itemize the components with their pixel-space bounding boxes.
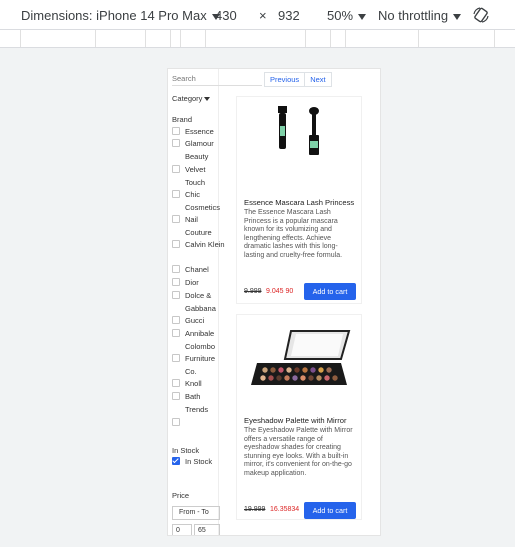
checkbox[interactable]: [172, 392, 180, 400]
device-dimensions-select[interactable]: Dimensions: iPhone 14 Pro Max: [21, 8, 220, 23]
device-toolbar: Dimensions: iPhone 14 Pro Max 430 × 932 …: [0, 0, 515, 30]
price-heading: Price: [172, 491, 190, 500]
original-price: 19.999: [244, 506, 266, 513]
brand-label: Dolce & Gabbana: [185, 291, 216, 313]
add-to-cart-button[interactable]: Add to cart: [304, 283, 356, 300]
price-min-input[interactable]: 0: [172, 524, 192, 535]
brand-label: Gucci: [185, 316, 205, 325]
pagination: Previous Next: [264, 72, 332, 87]
brand-label: Annibale Colombo: [185, 329, 216, 351]
product-card: Eyeshadow Palette with Mirror The Eyesha…: [236, 314, 362, 520]
in-stock-heading: In Stock: [172, 446, 200, 455]
throttling-label: No throttling: [378, 8, 449, 23]
category-dropdown[interactable]: Category: [172, 94, 211, 103]
in-stock-checkbox[interactable]: [172, 457, 180, 465]
checkbox[interactable]: [172, 379, 180, 387]
product-title: Essence Mascara Lash Princess: [244, 198, 355, 207]
zoom-select[interactable]: 50%: [327, 8, 367, 23]
checkbox[interactable]: [172, 329, 180, 337]
price-range-select[interactable]: From - To: [172, 506, 220, 520]
media-query-ruler: [0, 30, 515, 48]
brand-label: Knoll: [185, 379, 202, 388]
zoom-label: 50%: [327, 8, 354, 23]
product-title: Eyeshadow Palette with Mirror: [244, 416, 347, 425]
search-input[interactable]: [172, 72, 262, 86]
brand-label: Velvet Touch: [185, 165, 206, 187]
device-viewport: Category Brand Essence Glamour Beauty Ve…: [167, 68, 381, 536]
device-dimensions-label: Dimensions: iPhone 14 Pro Max: [21, 8, 207, 23]
chevron-down-icon: [204, 97, 211, 102]
width-input[interactable]: 430: [215, 8, 237, 23]
brand-label: Calvin Klein: [185, 240, 225, 249]
brand-label: Essence: [185, 127, 214, 136]
checkbox[interactable]: [172, 265, 180, 273]
product-card: Essence Mascara Lash Princess The Essenc…: [236, 96, 362, 304]
brand-label: Bath Trends: [185, 392, 209, 414]
checkbox[interactable]: [172, 316, 180, 324]
checkbox[interactable]: [172, 190, 180, 198]
original-price: 9.999: [244, 288, 262, 295]
product-description: The Eyeshadow Palette with Mirror offers…: [244, 427, 353, 477]
filter-sidebar: Category Brand Essence Glamour Beauty Ve…: [168, 69, 262, 535]
in-stock-label: In Stock: [185, 457, 213, 466]
category-label: Category: [172, 94, 203, 103]
brand-heading: Brand: [172, 115, 193, 124]
brand-label: Chanel: [185, 265, 209, 274]
eyeshadow-palette-image: [251, 330, 351, 385]
mascara-product-image: [278, 106, 319, 155]
price-max-input[interactable]: 65: [194, 524, 220, 535]
dimension-separator: ×: [259, 8, 267, 23]
checkbox[interactable]: [172, 354, 180, 362]
checkbox[interactable]: [172, 278, 180, 286]
chevron-down-icon: [453, 13, 462, 20]
sale-price: 16.35834: [270, 506, 300, 513]
chevron-down-icon: [358, 13, 367, 20]
checkbox[interactable]: [172, 165, 180, 173]
height-input[interactable]: 932: [278, 8, 300, 23]
next-page-button[interactable]: Next: [304, 72, 332, 87]
checkbox[interactable]: [172, 291, 180, 299]
product-description: The Essence Mascara Lash Princess is a p…: [244, 209, 343, 259]
brand-label: Glamour Beauty: [185, 139, 214, 161]
add-to-cart-button[interactable]: Add to cart: [304, 502, 356, 519]
checkbox[interactable]: [172, 139, 180, 147]
checkbox[interactable]: [172, 240, 180, 248]
checkbox[interactable]: [172, 127, 180, 135]
previous-page-button[interactable]: Previous: [264, 72, 306, 87]
brand-label: Dior: [185, 278, 199, 287]
checkbox[interactable]: [172, 418, 180, 426]
brand-label: Nail Couture: [185, 215, 212, 237]
brand-label: Chic Cosmetics: [185, 190, 221, 212]
brand-label: Furniture Co.: [185, 354, 216, 376]
checkbox[interactable]: [172, 215, 180, 223]
throttling-select[interactable]: No throttling: [378, 8, 462, 23]
sale-price: 9.045 90: [266, 288, 294, 295]
rotate-icon[interactable]: [472, 6, 490, 24]
